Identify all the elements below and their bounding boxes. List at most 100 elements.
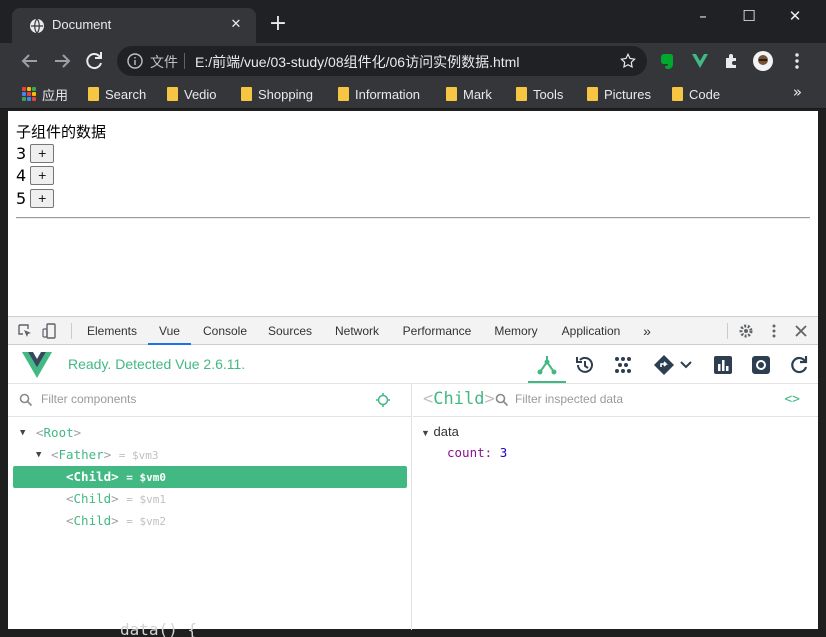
- tab-memory[interactable]: Memory: [488, 317, 544, 345]
- component-tag: <Child> = $vm0: [66, 469, 166, 484]
- expand-triangle-icon[interactable]: ▼: [36, 444, 41, 466]
- bookmark-label: 应用: [42, 87, 69, 103]
- bookmark-search[interactable]: Search: [88, 85, 146, 103]
- bookmark-label: Search: [105, 86, 147, 102]
- close-window-button[interactable]: ✕: [772, 5, 818, 27]
- bookmarks-overflow-button[interactable]: »: [793, 83, 802, 101]
- reload-icon[interactable]: [82, 49, 106, 73]
- url-text[interactable]: E:/前端/vue/03-study/08组件化/06访问实例数据.html: [195, 52, 519, 72]
- tab-close-icon[interactable]: ✕: [226, 15, 246, 35]
- tab-sources[interactable]: Sources: [263, 317, 317, 345]
- counter-row: 5 +: [16, 187, 55, 209]
- tree-node-child[interactable]: <Child> = $vm2: [8, 510, 412, 532]
- bookmark-label: Code: [689, 86, 721, 102]
- tree-node-father[interactable]: ▼ <Father> = $vm3: [8, 444, 412, 466]
- bookmark-shopping[interactable]: Shopping: [241, 85, 313, 103]
- browser-toolbar: 文件 E:/前端/vue/03-study/08组件化/06访问实例数据.htm…: [0, 43, 826, 79]
- increment-button[interactable]: +: [30, 165, 55, 185]
- inspect-dom-code-icon[interactable]: <>: [784, 392, 800, 407]
- tree-node-child-selected[interactable]: <Child> = $vm0: [13, 466, 407, 488]
- data-property-row[interactable]: count: 3: [447, 445, 507, 460]
- browser-tab[interactable]: Document ✕: [12, 8, 256, 43]
- tab-network[interactable]: Network: [328, 317, 386, 345]
- vue-logo-icon: [22, 352, 52, 378]
- maximize-button[interactable]: ☐: [726, 5, 772, 27]
- folder-icon: [446, 87, 457, 101]
- component-tag: <Child> = $vm1: [66, 491, 166, 506]
- vue-status-text: Ready. Detected Vue 2.6.11.: [68, 356, 246, 372]
- filter-components-input[interactable]: Filter components: [41, 392, 136, 406]
- settings-gear-icon[interactable]: [738, 323, 754, 339]
- bookmark-apps[interactable]: 应用: [22, 85, 68, 103]
- bookmark-information[interactable]: Information: [338, 85, 420, 103]
- bookmark-label: Tools: [533, 86, 564, 102]
- tab-performance[interactable]: Performance: [397, 317, 477, 345]
- bookmark-vedio[interactable]: Vedio: [167, 85, 217, 103]
- vue-devtools-extension-icon[interactable]: [690, 51, 710, 71]
- history-icon[interactable]: [574, 354, 596, 376]
- expand-triangle-icon[interactable]: ▼: [20, 422, 25, 444]
- bookmark-star-icon[interactable]: [619, 52, 637, 70]
- refresh-icon[interactable]: [788, 354, 810, 376]
- horizontal-rule: [16, 217, 810, 219]
- evernote-extension-icon[interactable]: [657, 51, 677, 71]
- counter-row: 4 +: [16, 164, 55, 186]
- components-tree-icon[interactable]: [536, 354, 558, 376]
- bookmark-mark[interactable]: Mark: [446, 85, 492, 103]
- tab-application[interactable]: Application: [555, 317, 627, 345]
- increment-button[interactable]: +: [30, 143, 55, 163]
- increment-button[interactable]: +: [30, 188, 55, 208]
- search-icon: [495, 393, 509, 407]
- folder-icon: [672, 87, 683, 101]
- profile-avatar[interactable]: [753, 51, 773, 71]
- address-bar[interactable]: 文件 E:/前端/vue/03-study/08组件化/06访问实例数据.htm…: [117, 46, 647, 76]
- folder-icon: [587, 87, 598, 101]
- vue-settings-icon[interactable]: [750, 354, 772, 376]
- vm-ref: = $vm1: [126, 493, 166, 506]
- minimize-button[interactable]: –: [680, 5, 726, 27]
- forward-arrow-icon[interactable]: [50, 49, 74, 73]
- device-toolbar-icon[interactable]: [42, 323, 58, 339]
- inspect-element-icon[interactable]: [17, 323, 33, 339]
- bookmark-tools[interactable]: Tools: [516, 85, 563, 103]
- select-component-target-icon[interactable]: [376, 393, 390, 407]
- apps-grid-icon: [22, 87, 36, 101]
- new-tab-button[interactable]: +: [268, 13, 288, 35]
- back-arrow-icon[interactable]: [18, 49, 42, 73]
- info-icon[interactable]: [127, 53, 143, 69]
- tab-vue[interactable]: Vue: [148, 317, 191, 345]
- property-value[interactable]: 3: [500, 445, 508, 460]
- bookmark-label: Vedio: [184, 86, 217, 102]
- browser-menu-icon[interactable]: [787, 51, 807, 71]
- globe-icon: [30, 18, 44, 34]
- more-tabs-button[interactable]: »: [638, 317, 656, 345]
- url-scheme-label: 文件: [150, 54, 178, 70]
- vm-ref: = $vm0: [126, 471, 166, 484]
- routing-dropdown-icon[interactable]: [653, 354, 693, 376]
- expand-triangle-icon[interactable]: ▼: [421, 428, 430, 438]
- tree-node-child[interactable]: <Child> = $vm1: [8, 488, 412, 510]
- counter-row: 3 +: [16, 142, 55, 164]
- tab-console[interactable]: Console: [197, 317, 253, 345]
- puzzle-extensions-icon[interactable]: [722, 51, 742, 71]
- components-pane: Filter components ▼ <Root> ▼ <Father> = …: [8, 384, 412, 630]
- component-tag: <Child> = $vm2: [66, 513, 166, 528]
- folder-icon: [516, 87, 527, 101]
- vuex-dots-icon[interactable]: [612, 354, 634, 376]
- bookmark-code[interactable]: Code: [672, 85, 720, 103]
- page-viewport: 子组件的数据 3 + 4 + 5 +: [8, 111, 818, 316]
- close-devtools-icon[interactable]: [793, 323, 809, 339]
- tree-node-root[interactable]: ▼ <Root>: [8, 422, 412, 444]
- counter-value: 5: [16, 188, 27, 208]
- inspected-component-name: <Child>: [423, 389, 495, 409]
- toolbar-divider: [71, 323, 72, 339]
- folder-icon: [241, 87, 252, 101]
- data-section-header[interactable]: ▼ data: [421, 424, 459, 439]
- filter-data-input[interactable]: Filter inspected data: [515, 392, 623, 406]
- bookmark-pictures[interactable]: Pictures: [587, 85, 651, 103]
- tab-elements[interactable]: Elements: [82, 317, 142, 345]
- performance-chart-icon[interactable]: [712, 354, 734, 376]
- browser-titlebar: Document ✕ + – ☐ ✕: [0, 0, 826, 43]
- kebab-menu-icon[interactable]: [766, 323, 782, 339]
- counter-value: 3: [16, 143, 27, 163]
